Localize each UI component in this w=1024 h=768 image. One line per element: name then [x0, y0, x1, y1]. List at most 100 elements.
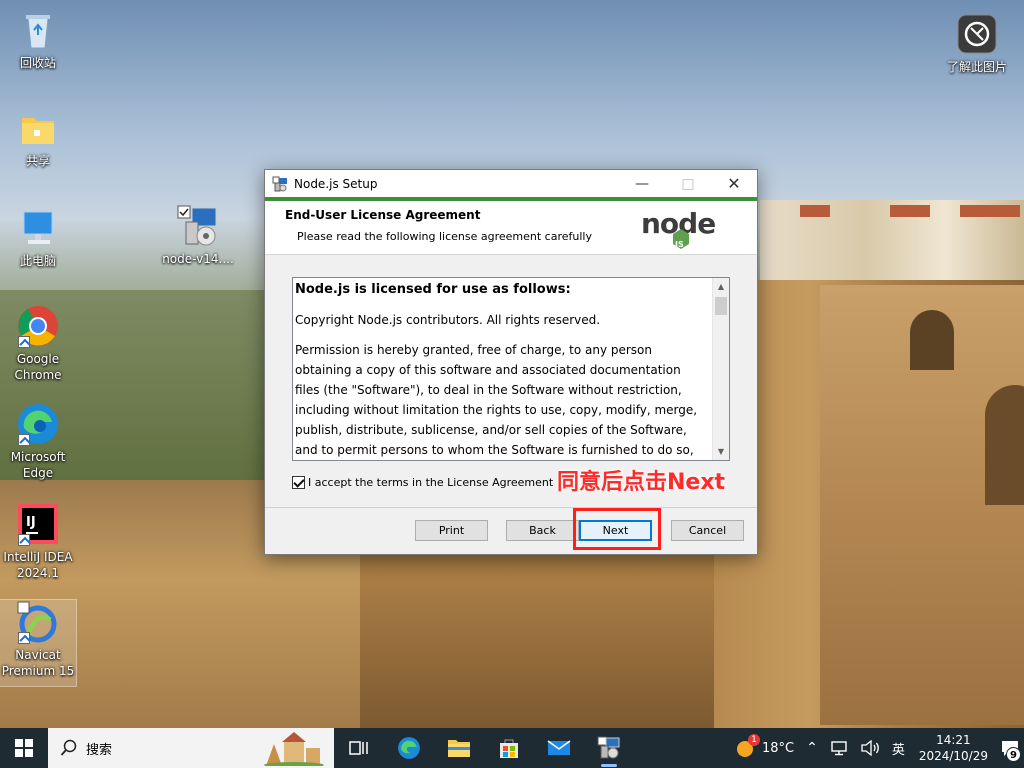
print-button[interactable]: Print: [415, 520, 488, 541]
network-button[interactable]: [824, 728, 854, 768]
weather-widget[interactable]: 1 18°C: [728, 728, 800, 768]
license-paragraph: Copyright Node.js contributors. All righ…: [295, 313, 601, 327]
desktop-icon-chrome[interactable]: Google Chrome: [0, 304, 76, 383]
search-placeholder: 搜索: [86, 742, 113, 758]
desktop-icon-label: 此电脑: [19, 254, 56, 268]
weather-badge: 1: [747, 734, 760, 746]
show-hidden-icons-button[interactable]: ⌃: [800, 728, 824, 768]
taskbar: 搜索 1 18°C ⌃ 英 14:21 2024/10/29 9: [0, 728, 1024, 768]
cancel-button[interactable]: Cancel: [671, 520, 744, 541]
clock[interactable]: 14:21 2024/10/29: [911, 732, 996, 764]
desktop-icon-label: Microsoft Edge: [10, 450, 66, 480]
installer-icon: [176, 204, 220, 248]
notification-center-button[interactable]: 9: [996, 728, 1024, 768]
folder-icon: [16, 106, 60, 150]
search-highlight-art-icon: [260, 730, 328, 766]
desktop-icon-label: node-v14....: [162, 252, 234, 266]
maximize-icon: □: [681, 175, 695, 192]
speaker-icon: [861, 740, 879, 756]
navicat-icon: [16, 600, 60, 644]
clock-date: 2024/10/29: [918, 749, 988, 763]
window-title: Node.js Setup: [294, 176, 378, 191]
windows-logo-icon: [15, 739, 33, 757]
background-roof: [960, 205, 1020, 217]
background-roof: [800, 205, 830, 217]
license-textbox[interactable]: Node.js is licensed for use as follows: …: [292, 277, 730, 461]
shortcut-arrow-icon: [18, 434, 30, 446]
license-heading: Node.js is licensed for use as follows:: [295, 282, 571, 297]
background-roof: [890, 205, 930, 217]
desktop-icon-navicat[interactable]: Navicat Premium 15: [0, 599, 77, 687]
taskbar-mail[interactable]: [534, 728, 584, 768]
license-text: Node.js is licensed for use as follows: …: [295, 280, 709, 460]
desktop-icon-intellij[interactable]: IJ IntelliJ IDEA 2024.1: [0, 502, 76, 581]
start-button[interactable]: [0, 728, 48, 768]
button-separator: [265, 507, 757, 508]
close-icon: ✕: [727, 174, 741, 193]
task-view-icon: [349, 741, 368, 755]
minimize-icon: —: [635, 175, 649, 192]
desktop-icon-label: 回收站: [19, 56, 56, 70]
installer-icon: [597, 736, 620, 759]
desktop-icon-this-pc[interactable]: 此电脑: [0, 206, 76, 269]
back-button[interactable]: Back: [506, 520, 579, 541]
desktop-icon-edge[interactable]: Microsoft Edge: [0, 402, 76, 481]
taskbar-store[interactable]: [484, 728, 534, 768]
chevron-up-icon: ⌃: [806, 740, 818, 756]
maximize-button: □: [665, 170, 711, 197]
system-tray: 1 18°C ⌃ 英 14:21 2024/10/29 9: [728, 728, 1024, 768]
store-icon: [500, 739, 518, 758]
dialog-header: End-User License Agreement Please read t…: [265, 201, 757, 255]
scroll-up-icon[interactable]: ▲: [713, 278, 729, 295]
edge-icon: [16, 402, 60, 446]
search-icon: [60, 739, 77, 756]
volume-button[interactable]: [854, 728, 886, 768]
clock-time: 14:21: [936, 733, 971, 747]
svg-text:IJ: IJ: [26, 515, 36, 530]
shortcut-arrow-icon: [18, 534, 30, 546]
desktop-icon-node-installer[interactable]: node-v14....: [158, 204, 238, 267]
header-title: End-User License Agreement: [285, 208, 481, 222]
background-arch: [985, 385, 1024, 505]
shortcut-arrow-icon: [18, 336, 30, 348]
recycle-bin-icon: [16, 8, 60, 52]
mail-icon: [547, 740, 571, 755]
header-subtitle: Please read the following license agreem…: [297, 230, 592, 243]
task-view-button[interactable]: [334, 728, 384, 768]
logo-badge: JS: [674, 240, 684, 249]
taskbar-edge[interactable]: [384, 728, 434, 768]
chrome-icon: [16, 304, 60, 348]
license-scrollbar[interactable]: ▲ ▼: [712, 278, 729, 460]
ime-indicator[interactable]: 英: [886, 728, 911, 768]
checkbox-checked-icon[interactable]: [292, 476, 305, 489]
weather-temperature: 18°C: [761, 740, 795, 756]
title-bar[interactable]: Node.js Setup — □ ✕: [265, 170, 757, 197]
desktop-icon-label: 共享: [25, 154, 50, 168]
notification-count: 9: [1006, 747, 1021, 762]
background-arch: [910, 310, 954, 370]
scroll-down-icon[interactable]: ▼: [713, 443, 729, 460]
desktop-icon-share[interactable]: 共享: [0, 106, 76, 169]
annotation-highlight-box: [573, 508, 661, 550]
weather-sun-icon: 1: [734, 734, 760, 759]
installer-icon: [272, 176, 287, 191]
taskbar-search[interactable]: 搜索: [48, 728, 334, 768]
desktop-icon-label: Google Chrome: [14, 352, 62, 382]
taskbar-file-explorer[interactable]: [434, 728, 484, 768]
close-button[interactable]: ✕: [711, 170, 757, 197]
minimize-button[interactable]: —: [619, 170, 665, 197]
desktop-icon-about-picture[interactable]: 了解此图片: [936, 12, 1018, 75]
desktop-icon-label: IntelliJ IDEA 2024.1: [3, 550, 73, 580]
desktop-icon-label: Navicat Premium 15: [1, 648, 75, 678]
accept-label: I accept the terms in the License Agreem…: [308, 476, 554, 489]
taskbar-node-setup[interactable]: [584, 728, 634, 768]
desktop-icon-recycle-bin[interactable]: 回收站: [0, 8, 76, 71]
edge-icon: [398, 737, 420, 759]
shortcut-arrow-icon: [18, 632, 30, 644]
camera-icon: [955, 12, 999, 56]
scroll-thumb[interactable]: [715, 297, 727, 315]
computer-icon: [16, 206, 60, 250]
desktop-icon-label: 了解此图片: [946, 60, 1007, 74]
setup-dialog: Node.js Setup — □ ✕ End-User License Agr…: [264, 169, 758, 555]
accept-license-checkbox[interactable]: I accept the terms in the License Agreem…: [292, 476, 553, 489]
